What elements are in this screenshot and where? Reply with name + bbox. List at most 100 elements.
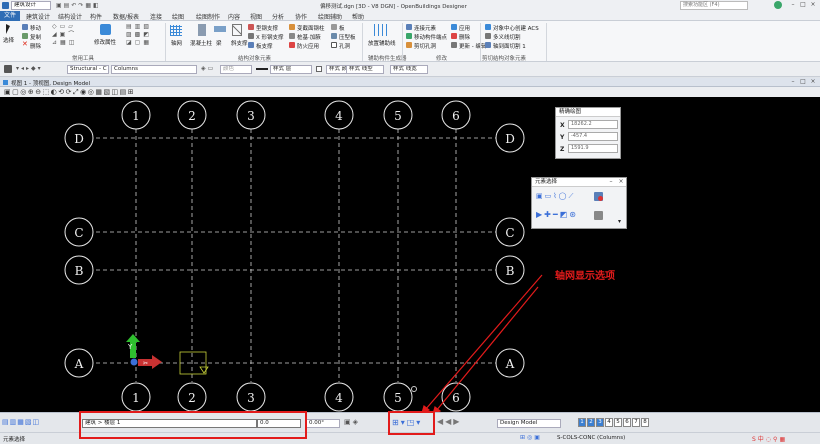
edit-tools-icons[interactable]: ◇▭▱ ◢▣⌒ ⊿▦◫ [52, 23, 92, 49]
family-combo[interactable]: Structural - C [67, 65, 109, 74]
misc-tools-icons[interactable]: ▤▥▧ ▨▩◩ ◪▢▦ [126, 23, 164, 49]
part-combo[interactable]: Columns [111, 65, 197, 74]
brace-button[interactable]: 斜支撑 [231, 39, 248, 47]
view-control-icons[interactable]: ▣▢◎⊕⊖⬚◐⟲⟳⤢◉◎▦▧◫▤⊞ [4, 88, 135, 96]
profile-brace-button[interactable]: 型钢支撑 [256, 24, 278, 32]
create-acs-button[interactable]: 对象中心创建 ACS [493, 24, 539, 32]
tab-content[interactable]: 内容 [228, 12, 240, 21]
tab-view[interactable]: 视图 [250, 12, 262, 21]
place-guide-button[interactable]: 放置辅助线 [368, 39, 396, 47]
style-lineweight-combo[interactable]: 样式 线宽 [390, 65, 428, 74]
maximize-icon[interactable]: □ [800, 2, 806, 8]
select-tool-label[interactable]: 选择 [3, 36, 14, 44]
quick-access-toolbar[interactable]: ▣▤↶↷▦◧ [56, 2, 136, 9]
minimize-icon[interactable]: – [790, 2, 796, 8]
x-brace-button[interactable]: X 形钢支撑 [256, 33, 284, 41]
slab-brace-button[interactable]: 板支撑 [256, 42, 273, 50]
view-button-1[interactable]: 1 [578, 418, 586, 427]
plate-button[interactable]: 板 [339, 24, 345, 32]
view-button-6[interactable]: 6 [623, 418, 631, 427]
modify-properties-button[interactable]: 修改属性 [94, 38, 116, 46]
accudraw-x-input[interactable]: 18262.2 [568, 120, 618, 129]
tab-building-design[interactable]: 建筑设计 [26, 12, 50, 21]
move-endpoint-button[interactable]: 移动构件端点 [414, 33, 447, 41]
view-button-5[interactable]: 5 [614, 418, 622, 427]
polyline-cut-button[interactable]: 多义线切割 [493, 33, 521, 41]
accudraw-y-input[interactable]: -457.4 [568, 132, 618, 141]
element-selection-panel[interactable]: 元素选择 – × ▣▭⌇◯⟋ ▶✚━◩⊛ ▾ [531, 177, 627, 229]
accudraw-panel[interactable]: 精确绘图 X 18262.2 Y -457.4 Z 1591.9 [555, 107, 621, 159]
delete-button[interactable]: 删除 [30, 42, 41, 50]
model-combo[interactable]: Design Model [497, 419, 561, 428]
element-selection-close-icon[interactable]: × [618, 179, 624, 185]
view-button-4[interactable]: 4 [605, 418, 613, 427]
tapered-column-button[interactable]: 变截面钢柱 [297, 24, 325, 32]
close-icon[interactable]: × [810, 2, 816, 8]
curved-plate-button[interactable]: 压型板 [339, 33, 356, 41]
view-controls-toolbar[interactable]: ▣▢◎⊕⊖⬚◐⟲⟳⤢◉◎▦▧◫▤⊞ [0, 87, 820, 97]
connect-button[interactable]: 连接元素 [414, 24, 436, 32]
view-maximize-icon[interactable]: □ [800, 79, 806, 85]
selection-filter-icon[interactable] [594, 211, 603, 220]
selection-mode-icons[interactable]: ▶✚━◩⊛ [536, 210, 578, 219]
tab-drawing-production[interactable]: 绘图制作 [196, 12, 220, 21]
part-options-icons[interactable]: ◈▭ [201, 65, 215, 72]
input-method-icons[interactable]: S中◌⚲▦ [752, 434, 787, 443]
view-close-icon[interactable]: × [810, 79, 816, 85]
tool-icons[interactable]: ▾◂▸◆▾ [16, 65, 43, 72]
apply-button[interactable]: 应用 [459, 24, 470, 32]
tab-connect[interactable]: 连接 [150, 12, 162, 21]
plate-icon [331, 24, 337, 30]
cut-hole-button[interactable]: 剪切孔洞 [414, 42, 436, 50]
view-button-7[interactable]: 7 [632, 418, 640, 427]
concrete-column-button[interactable]: 混凝土柱 [190, 39, 212, 47]
fireproof-button[interactable]: 防火应用 [297, 42, 319, 50]
grid-drawing[interactable]: 1 2 3 4 5 6 1 2 3 4 5 6 D C B A D C B A [0, 97, 820, 412]
tab-help[interactable]: 帮助 [352, 12, 364, 21]
tab-drawing[interactable]: 绘图 [172, 12, 184, 21]
tab-components[interactable]: 构件 [90, 12, 102, 21]
axis-face-cut-button[interactable]: 轴到面切割 1 [493, 42, 526, 50]
tab-drawing-aids[interactable]: 绘图辅助 [318, 12, 342, 21]
view-mode-icons[interactable]: ▤▥▦▧◫ [2, 417, 72, 427]
element-selection-minimize-icon[interactable]: – [608, 179, 614, 185]
pile-base-button[interactable]: 桩基·加腋 [297, 33, 321, 41]
move-button[interactable]: 移动 [30, 24, 41, 32]
selection-method-icons[interactable]: ▣▭⌇◯⟋ [536, 192, 575, 201]
status-indicator-icons[interactable]: ⊞◎▣ [520, 434, 542, 441]
view-button-8[interactable]: 8 [641, 418, 649, 427]
color-combo[interactable]: 颜色 [220, 65, 252, 74]
beam-button[interactable]: 梁 [216, 39, 222, 47]
update-button[interactable]: 更新 - 编辑 [459, 42, 486, 50]
select-tool-icon[interactable] [6, 24, 10, 34]
nav-back-forward-icons[interactable]: ◀◀▶ [437, 417, 461, 426]
view-options-icons[interactable]: ▣◈ [344, 418, 360, 426]
angle-field[interactable]: 0.00° [306, 419, 340, 428]
tab-analysis[interactable]: 分析 [272, 12, 284, 21]
view-button-3[interactable]: 3 [596, 418, 604, 427]
selection-dropdown-icon[interactable]: ▾ [618, 218, 621, 225]
workflow-selector[interactable]: 建筑设计 [11, 1, 51, 10]
tab-collaborate[interactable]: 协作 [295, 12, 307, 21]
lineweight-icon[interactable] [256, 68, 268, 70]
selection-clear-icon[interactable] [598, 196, 603, 201]
tab-structural-design[interactable]: 结构设计 [58, 12, 82, 21]
accudraw-z-input[interactable]: 1591.9 [568, 144, 618, 153]
modify-delete-button[interactable]: 删除 [459, 33, 470, 41]
tool-settings-icon[interactable] [4, 65, 12, 73]
ribbon-search-input[interactable]: 搜索功能区 (F4) [680, 1, 748, 10]
grid-button[interactable]: 轴网 [171, 39, 182, 47]
element-selection-title: 元素选择 – × [532, 178, 626, 187]
grid-bubble-bottom-2: 2 [188, 391, 196, 405]
style-linestyle-combo[interactable]: 样式 线型 [346, 65, 384, 74]
color-swatch-icon[interactable] [316, 66, 322, 72]
user-avatar[interactable] [774, 1, 782, 9]
style-level-combo[interactable]: 样式 层 [270, 65, 312, 74]
tab-file[interactable]: 文件 [0, 11, 21, 21]
view-button-2[interactable]: 2 [587, 418, 595, 427]
view-minimize-icon[interactable]: – [790, 79, 796, 85]
copy-button[interactable]: 复制 [30, 33, 41, 41]
tab-data-reports[interactable]: 数据/报表 [113, 12, 139, 21]
design-view-canvas[interactable]: 1 2 3 4 5 6 1 2 3 4 5 6 D C B A D C B A [0, 97, 820, 412]
hole-button[interactable]: 孔洞 [339, 42, 350, 50]
